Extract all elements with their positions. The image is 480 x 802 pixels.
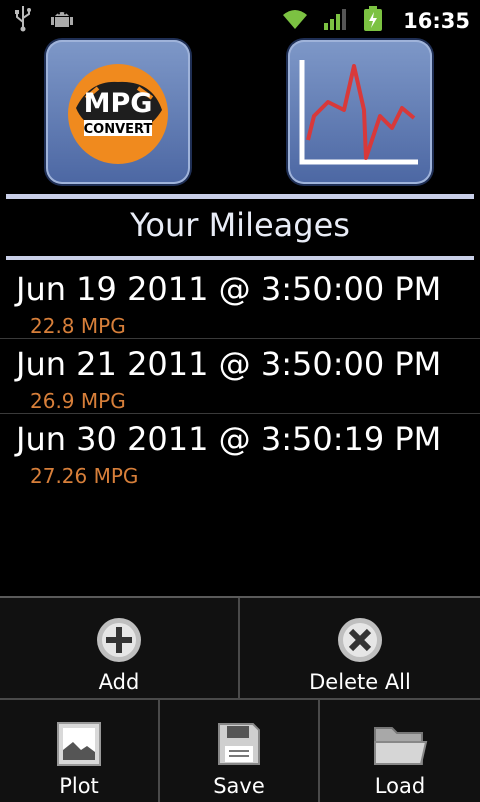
folder-icon <box>374 727 428 765</box>
mileage-date: Jun 30 2011 @ 3:50:19 PM <box>16 420 442 458</box>
status-bar: 16:35 <box>0 0 480 38</box>
page-title: Your Mileages <box>130 206 350 244</box>
usb-icon <box>14 6 32 36</box>
mileage-mpg: 27.26 MPG <box>30 464 139 488</box>
load-button[interactable]: Load <box>320 700 480 802</box>
add-label: Add <box>98 670 140 694</box>
add-button[interactable]: Add <box>0 598 240 700</box>
options-menu: Add Delete All Plot Save Load <box>0 596 480 802</box>
list-item[interactable]: Jun 19 2011 @ 3:50:00 PM 22.8 MPG <box>0 264 480 339</box>
wifi-icon <box>281 7 309 35</box>
plot-button[interactable]: Plot <box>0 700 160 802</box>
plot-label: Plot <box>59 774 99 798</box>
top-divider <box>6 194 474 199</box>
plot-chart-button[interactable] <box>288 40 432 184</box>
mileage-date: Jun 21 2011 @ 3:50:00 PM <box>16 345 442 383</box>
save-label: Save <box>213 774 265 798</box>
title-divider <box>6 256 474 260</box>
image-icon <box>57 722 101 766</box>
mileage-mpg: 22.8 MPG <box>30 314 126 338</box>
delete-icon <box>338 618 382 662</box>
mileage-date: Jun 19 2011 @ 3:50:00 PM <box>16 270 442 308</box>
mpg-logo-text: MPG <box>84 88 153 119</box>
android-debug-icon <box>50 7 74 35</box>
save-icon <box>218 723 260 765</box>
save-button[interactable]: Save <box>160 700 320 802</box>
mileage-list: Jun 19 2011 @ 3:50:00 PM 22.8 MPG Jun 21… <box>0 264 480 488</box>
mpg-logo-icon: MPG CONVERT <box>68 64 168 164</box>
load-label: Load <box>374 774 426 798</box>
mileage-mpg: 26.9 MPG <box>30 389 126 413</box>
battery-charging-icon <box>363 6 383 36</box>
signal-icon <box>323 7 349 35</box>
delete-all-label: Delete All <box>309 670 411 694</box>
mpg-convert-button[interactable]: MPG CONVERT <box>46 40 190 184</box>
list-item[interactable]: Jun 30 2011 @ 3:50:19 PM 27.26 MPG <box>0 414 480 488</box>
mpg-logo-subtext: CONVERT <box>84 122 153 137</box>
chart-icon <box>299 60 418 165</box>
list-item[interactable]: Jun 21 2011 @ 3:50:00 PM 26.9 MPG <box>0 339 480 414</box>
delete-all-button[interactable]: Delete All <box>240 598 480 700</box>
status-time: 16:35 <box>403 9 470 33</box>
add-icon <box>97 618 141 662</box>
